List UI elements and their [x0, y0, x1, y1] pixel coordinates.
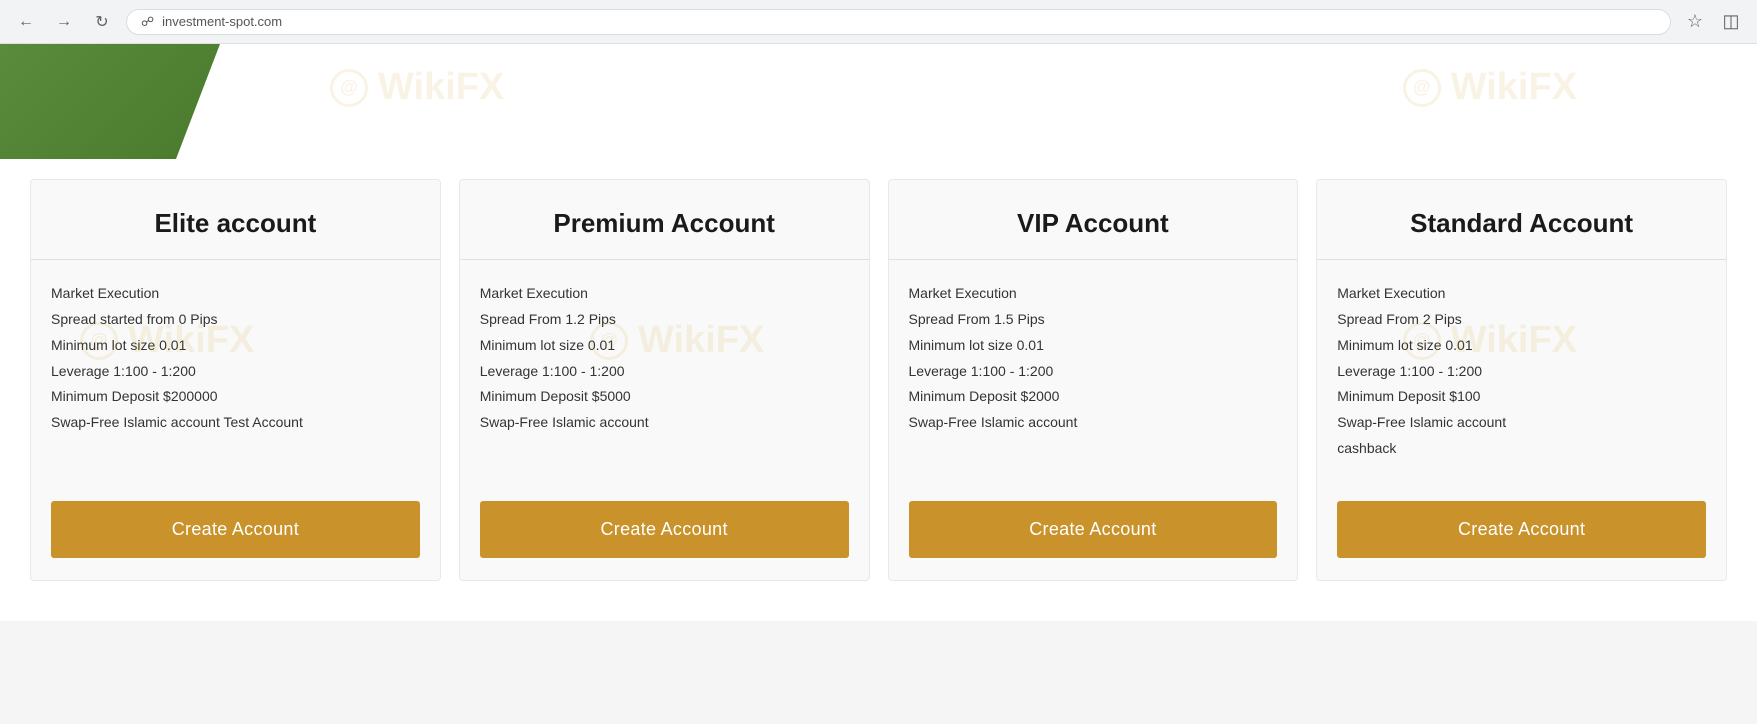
feature-item-premium-1: Spread From 1.2 Pips [480, 308, 849, 332]
card-header-elite: Elite account [31, 180, 440, 260]
feature-item-standard-4: Minimum Deposit $100 [1337, 385, 1706, 409]
feature-item-vip-1: Spread From 1.5 Pips [909, 308, 1278, 332]
wikifx-watermark-label: WikiFX [378, 66, 504, 109]
card-footer-standard: Create Account [1317, 485, 1726, 580]
wikifx-watermark-right: @ WikiFX [1403, 66, 1577, 109]
extensions-button[interactable]: ◫ [1717, 8, 1745, 36]
url-text: investment-spot.com [162, 14, 282, 29]
card-footer-vip: Create Account [889, 485, 1298, 580]
feature-item-standard-3: Leverage 1:100 - 1:200 [1337, 360, 1706, 384]
card-header-premium: Premium Account [460, 180, 869, 260]
card-header-standard: Standard Account [1317, 180, 1726, 260]
feature-item-standard-7: cashback [1337, 437, 1706, 461]
feature-item-elite-4: Minimum Deposit $200000 [51, 385, 420, 409]
feature-item-elite-0: Market Execution [51, 282, 420, 306]
feature-item-elite-5: Swap-Free Islamic account Test Account [51, 411, 420, 435]
create-account-button-vip[interactable]: Create Account [909, 501, 1278, 558]
feature-item-premium-4: Minimum Deposit $5000 [480, 385, 849, 409]
card-title-standard: Standard Account [1337, 208, 1706, 239]
create-account-button-standard[interactable]: Create Account [1337, 501, 1706, 558]
card-footer-elite: Create Account [31, 485, 440, 580]
feature-item-elite-1: Spread started from 0 Pips [51, 308, 420, 332]
reload-button[interactable]: ↻ [88, 8, 116, 36]
browser-toolbar: ← → ↻ ☍ investment-spot.com ☆ ◫ [0, 0, 1757, 44]
feature-item-premium-5: Swap-Free Islamic account [480, 411, 849, 435]
back-button[interactable]: ← [12, 8, 40, 36]
card-footer-premium: Create Account [460, 485, 869, 580]
feature-item-standard-2: Minimum lot size 0.01 [1337, 334, 1706, 358]
account-cards-grid: Elite accountMarket ExecutionSpread star… [30, 179, 1727, 581]
feature-item-standard-5: Swap-Free Islamic account [1337, 411, 1706, 435]
feature-item-premium-0: Market Execution [480, 282, 849, 306]
account-card-premium: Premium Account Market ExecutionSpread Fr… [459, 179, 870, 581]
feature-item-vip-3: Leverage 1:100 - 1:200 [909, 360, 1278, 384]
card-body-vip: Market ExecutionSpread From 1.5 PipsMini… [889, 260, 1298, 485]
feature-item-vip-4: Minimum Deposit $2000 [909, 385, 1278, 409]
feature-item-elite-2: Minimum lot size 0.01 [51, 334, 420, 358]
feature-item-vip-5: Swap-Free Islamic account [909, 411, 1278, 435]
wikifx-watermark-label-r: WikiFX [1451, 66, 1577, 109]
wikifx-watermark-center: @ WikiFX [330, 66, 504, 109]
card-title-vip: VIP Account [909, 208, 1278, 239]
account-card-standard: Standard Account Market ExecutionSpread F… [1316, 179, 1727, 581]
card-body-elite: Market ExecutionSpread started from 0 Pi… [31, 260, 440, 485]
lock-icon: ☍ [141, 14, 154, 30]
account-card-elite: Elite account Market ExecutionSpread star… [30, 179, 441, 581]
create-account-button-premium[interactable]: Create Account [480, 501, 849, 558]
feature-item-premium-2: Minimum lot size 0.01 [480, 334, 849, 358]
feature-item-standard-0: Market Execution [1337, 282, 1706, 306]
card-body-premium: Market ExecutionSpread From 1.2 PipsMini… [460, 260, 869, 485]
cards-section: @ WikiFX @ WikiFX @ WikiFX Elite account… [0, 159, 1757, 621]
browser-actions: ☆ ◫ [1681, 8, 1745, 36]
bookmark-button[interactable]: ☆ [1681, 8, 1709, 36]
feature-item-premium-3: Leverage 1:100 - 1:200 [480, 360, 849, 384]
banner-watermark-overlay: @ WikiFX @ WikiFX [0, 44, 1757, 159]
feature-item-elite-3: Leverage 1:100 - 1:200 [51, 360, 420, 384]
forward-button[interactable]: → [50, 8, 78, 36]
card-title-premium: Premium Account [480, 208, 849, 239]
account-card-vip: VIP Account Market ExecutionSpread From 1… [888, 179, 1299, 581]
card-header-vip: VIP Account [889, 180, 1298, 260]
feature-item-vip-0: Market Execution [909, 282, 1278, 306]
green-logo-shape [0, 44, 220, 159]
card-title-elite: Elite account [51, 208, 420, 239]
wikifx-circle-icon-r: @ [1403, 69, 1441, 107]
card-body-standard: Market ExecutionSpread From 2 PipsMinimu… [1317, 260, 1726, 485]
feature-item-standard-1: Spread From 2 Pips [1337, 308, 1706, 332]
page-content: @ WikiFX @ WikiFX @ WikiFX @ WikiFX @ Wi… [0, 44, 1757, 621]
feature-item-vip-2: Minimum lot size 0.01 [909, 334, 1278, 358]
address-bar[interactable]: ☍ investment-spot.com [126, 9, 1671, 35]
wikifx-circle-icon: @ [330, 69, 368, 107]
create-account-button-elite[interactable]: Create Account [51, 501, 420, 558]
top-banner: @ WikiFX @ WikiFX [0, 44, 1757, 159]
